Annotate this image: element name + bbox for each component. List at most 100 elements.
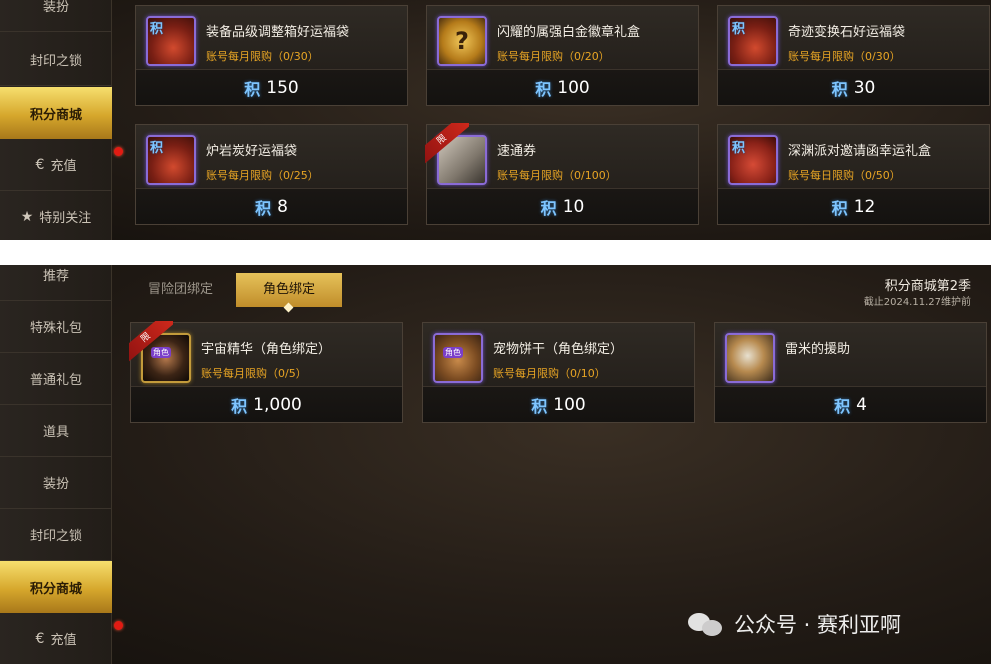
sidebar-item-label: 推荐: [42, 269, 69, 284]
sidebar-item-seal-lock[interactable]: 封印之锁: [0, 34, 112, 86]
shop-item-card[interactable]: 积 炉岩炭好运福袋 账号每月限购（0/25） 积 8: [135, 124, 408, 225]
limited-ribbon: 限: [425, 123, 469, 167]
watermark: 公众号 · 赛利亚啊: [686, 609, 901, 639]
item-price: 10: [562, 196, 585, 217]
sidebar-item-label: 道具: [42, 425, 69, 440]
item-price: 100: [557, 77, 590, 98]
sidebar-item-seal-lock[interactable]: 封印之锁: [0, 509, 112, 561]
gift-box-icon: 积: [728, 135, 778, 185]
buy-button[interactable]: 积 30: [718, 69, 989, 105]
shop-item-card[interactable]: 角色 限 宇宙精华（角色绑定） 账号每月限购（0/5） 积 1,000: [129, 321, 403, 423]
limited-ribbon: 限: [129, 321, 173, 365]
item-price: 12: [853, 196, 876, 217]
sidebar-item-special-packs[interactable]: 特殊礼包: [0, 301, 112, 353]
sidebar-item-points-mall[interactable]: 积分商城: [0, 87, 112, 139]
item-price: 8: [277, 196, 288, 217]
points-icon: 积: [540, 198, 557, 218]
tab-character-bound[interactable]: 角色绑定: [236, 273, 342, 313]
points-icon: 积: [831, 198, 848, 218]
buy-button[interactable]: 积 4: [715, 386, 986, 422]
points-icon: 积: [231, 396, 248, 416]
shop-item-card[interactable]: 积 深渊派对邀请函幸运礼盒 账号每日限购（0/50） 积 12: [717, 124, 990, 225]
item-name: 速通券: [497, 144, 537, 159]
item-name: 炉岩炭好运福袋: [206, 144, 298, 159]
shop-item-info: 角色 限 宇宙精华（角色绑定） 账号每月限购（0/5）: [129, 321, 402, 387]
item-name: 闪耀的属强白金徽章礼盒: [497, 25, 641, 40]
notification-dot: [114, 621, 123, 630]
lucky-bag-gem-icon: 积: [146, 135, 196, 185]
points-icon: 积: [535, 79, 552, 99]
item-price: 30: [853, 77, 876, 98]
buy-button[interactable]: 积 100: [423, 386, 694, 422]
sidebar-item-label: 封印之锁: [29, 529, 82, 544]
sidebar-item-normal-packs[interactable]: 普通礼包: [0, 353, 112, 405]
sidebar-item-dress-up[interactable]: 装扮: [0, 0, 112, 32]
shop-item-card[interactable]: ? 闪耀的属强白金徽章礼盒 账号每月限购（0/20） 积 100: [426, 5, 699, 106]
item-limit: 账号每月限购（0/5）: [201, 367, 307, 380]
sidebar-item-recharge[interactable]: € 充值: [0, 139, 112, 191]
sidebar-item-special-focus[interactable]: ★ 特别关注: [0, 191, 112, 240]
watermark-text: 公众号 · 赛利亚啊: [734, 613, 902, 637]
item-limit: 账号每月限购（0/25）: [206, 169, 319, 182]
buy-button[interactable]: 积 100: [427, 69, 698, 105]
shop-item-card[interactable]: 积 奇迹变换石好运福袋 账号每月限购（0/30） 积 30: [717, 5, 990, 106]
sidebar-item-label: 普通礼包: [29, 373, 82, 388]
item-limit: 账号每月限购（0/10）: [493, 367, 606, 380]
points-icon: 积: [244, 79, 261, 99]
sidebar-item-points-mall[interactable]: 积分商城: [0, 561, 112, 613]
item-limit: 账号每月限购（0/30）: [788, 50, 901, 63]
shop-item-card[interactable]: 限 速通券 账号每月限购（0/100） 积 10: [425, 123, 699, 225]
item-name: 宇宙精华（角色绑定）: [201, 342, 332, 357]
character-badge: 角色: [443, 347, 463, 358]
season-deadline: 截止2024.11.27维护前: [863, 297, 971, 308]
shop-item-info: 雷米的援助: [715, 323, 986, 387]
recharge-icon: €: [35, 156, 45, 173]
item-price: 100: [553, 394, 586, 415]
sidebar-item-label: 装扮: [42, 0, 69, 15]
tab-label: 冒险团绑定: [148, 282, 214, 297]
sidebar-item-label: 积分商城: [29, 581, 82, 597]
points-icon: 积: [531, 396, 548, 416]
mystery-box-icon: ?: [437, 16, 487, 66]
buy-button[interactable]: 积 12: [718, 188, 989, 224]
shop-item-info: 积 深渊派对邀请函幸运礼盒 账号每日限购（0/50）: [718, 125, 989, 189]
sidebar-item-label: 装扮: [42, 477, 69, 492]
buy-button[interactable]: 积 10: [427, 188, 698, 224]
sidebar-item-label: 充值: [50, 633, 77, 648]
buy-button[interactable]: 积 8: [136, 188, 407, 224]
sidebar-item-items[interactable]: 道具: [0, 405, 112, 457]
shop-item-info: 限 速通券 账号每月限购（0/100）: [425, 123, 698, 189]
shop-item-card[interactable]: 角色 宠物饼干（角色绑定） 账号每月限购（0/10） 积 100: [422, 322, 695, 423]
item-name: 深渊派对邀请函幸运礼盒: [788, 144, 932, 159]
sidebar-item-label: 特殊礼包: [29, 321, 82, 336]
pet-cookie-icon: 角色: [433, 333, 483, 383]
item-name: 装备品级调整箱好运福袋: [206, 25, 350, 40]
top-shop-screenshot: 装扮 封印之锁 积分商城 € 充值 ★ 特别关注 积 装备品级调整箱好运福袋 账…: [0, 0, 991, 240]
item-price: 4: [856, 394, 867, 415]
feather-icon: [725, 333, 775, 383]
question-mark-icon: ?: [455, 27, 469, 55]
sidebar-item-label: 充值: [50, 159, 77, 174]
notification-dot: [114, 147, 123, 156]
sidebar: 推荐 特殊礼包 普通礼包 道具 装扮 封印之锁 积分商城 € 充值: [0, 265, 112, 664]
buy-button[interactable]: 积 150: [136, 69, 407, 105]
item-price: 150: [266, 77, 299, 98]
shop-item-card[interactable]: 雷米的援助 积 4: [714, 322, 987, 423]
tab-adventure-team-bound[interactable]: 冒险团绑定: [148, 273, 228, 307]
lucky-bag-equipment-icon: 积: [146, 16, 196, 66]
wechat-icon: [686, 610, 726, 638]
shop-item-info: 积 装备品级调整箱好运福袋 账号每月限购（0/30）: [136, 6, 407, 70]
item-limit: 账号每月限购（0/20）: [497, 50, 610, 63]
sidebar-item-recommended[interactable]: 推荐: [0, 265, 112, 301]
sidebar: 装扮 封印之锁 积分商城 € 充值 ★ 特别关注: [0, 0, 112, 240]
buy-button[interactable]: 积 1,000: [131, 386, 402, 422]
shop-item-info: 角色 宠物饼干（角色绑定） 账号每月限购（0/10）: [423, 323, 694, 387]
sidebar-item-dress-up[interactable]: 装扮: [0, 457, 112, 509]
shop-item-card[interactable]: 积 装备品级调整箱好运福袋 账号每月限购（0/30） 积 150: [135, 5, 408, 106]
item-price: 1,000: [253, 394, 302, 415]
bottom-shop-screenshot: 推荐 特殊礼包 普通礼包 道具 装扮 封印之锁 积分商城 € 充值 冒险团绑定 …: [0, 265, 991, 664]
sidebar-item-recharge[interactable]: € 充值: [0, 613, 112, 664]
shop-item-info: 积 炉岩炭好运福袋 账号每月限购（0/25）: [136, 125, 407, 189]
season-title: 积分商城第2季: [884, 279, 971, 294]
points-mark: 积: [732, 22, 746, 37]
